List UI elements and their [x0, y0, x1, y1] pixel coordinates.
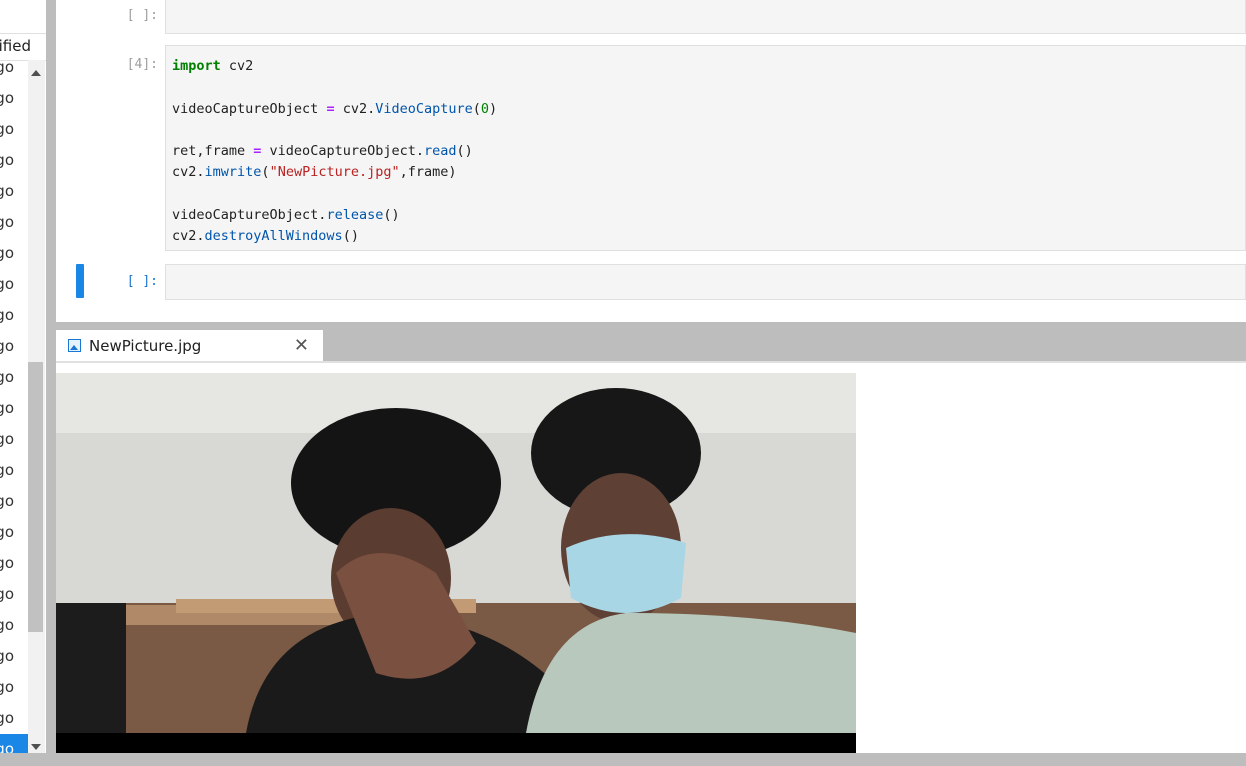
file-list-item-label: go [0, 244, 14, 262]
notebook-panel: [ ]: [4]: import cv2 videoCaptureObject … [56, 0, 1246, 322]
file-list-item[interactable]: go [0, 83, 28, 114]
file-list-item-label: go [0, 275, 14, 293]
file-list-item[interactable]: go [0, 424, 28, 455]
file-list-item[interactable]: go [0, 455, 28, 486]
file-list-item-label: go [0, 337, 14, 355]
cell-prompt: [4]: [126, 57, 158, 72]
file-list-item[interactable]: go [0, 207, 28, 238]
tab-newpicture[interactable]: NewPicture.jpg ✕ [56, 330, 323, 361]
scrollbar-thumb[interactable] [28, 362, 43, 632]
file-list-item-label: go [0, 678, 14, 696]
image-icon [68, 339, 81, 352]
file-list-item[interactable]: go [0, 145, 28, 176]
panel-splitter-horizontal[interactable] [56, 322, 1246, 330]
file-list-item-label: go [0, 647, 14, 665]
cell-prompt: [ ]: [126, 8, 158, 23]
file-list-item[interactable]: go [0, 672, 28, 703]
file-list-item[interactable]: go [0, 610, 28, 641]
active-cell-indicator [76, 264, 84, 298]
scroll-down-icon[interactable] [31, 744, 41, 750]
file-list-item-label: go [0, 58, 14, 76]
file-list-item-label: go [0, 399, 14, 417]
file-list-scrollbar[interactable] [28, 60, 45, 760]
viewer-tab-bar: NewPicture.jpg ✕ [56, 330, 1246, 361]
code-text[interactable]: import cv2 videoCaptureObject = cv2.Vide… [166, 46, 1245, 258]
file-list-item-label: go [0, 306, 14, 324]
file-list-item-label: go [0, 523, 14, 541]
file-list-item[interactable]: go [0, 331, 28, 362]
file-list-item[interactable]: go [0, 362, 28, 393]
cell-editor[interactable]: import cv2 videoCaptureObject = cv2.Vide… [165, 45, 1246, 251]
cell-editor[interactable] [165, 0, 1246, 34]
code-cell-active[interactable]: [ ]: [56, 264, 1246, 300]
file-list-item[interactable]: go [0, 486, 28, 517]
file-list-item[interactable]: go [0, 114, 28, 145]
file-list-item-label: go [0, 182, 14, 200]
file-list-item[interactable]: go [0, 52, 28, 83]
file-list-item-label: go [0, 585, 14, 603]
file-list-item[interactable]: go [0, 548, 28, 579]
file-list-item-label: go [0, 430, 14, 448]
cell-prompt: [ ]: [126, 274, 158, 289]
photo-image [56, 373, 856, 755]
close-icon[interactable]: ✕ [294, 335, 309, 356]
cell-editor[interactable] [165, 264, 1246, 300]
code-cell[interactable]: [ ]: [56, 0, 1246, 34]
file-list-item-label: go [0, 492, 14, 510]
file-list-item[interactable]: go [0, 269, 28, 300]
status-bar [0, 753, 1246, 766]
file-list-item-label: go [0, 213, 14, 231]
file-list-item[interactable]: go [0, 238, 28, 269]
file-list-item[interactable]: go [0, 393, 28, 424]
file-list-item[interactable]: go [0, 703, 28, 734]
photo-graphic [56, 373, 856, 755]
code-cell[interactable]: [4]: import cv2 videoCaptureObject = cv2… [56, 45, 1246, 251]
tab-title: NewPicture.jpg [89, 337, 202, 355]
file-list-item-label: go [0, 461, 14, 479]
file-list-item[interactable]: go [0, 300, 28, 331]
file-list-item[interactable]: go [0, 517, 28, 548]
file-list-item-label: go [0, 709, 14, 727]
scroll-up-icon[interactable] [31, 70, 41, 76]
file-list-item-label: go [0, 151, 14, 169]
file-list-item-label: go [0, 616, 14, 634]
file-list-item-label: go [0, 368, 14, 386]
image-viewer [56, 361, 1246, 755]
file-list-item-label: go [0, 554, 14, 572]
file-list-item-label: go [0, 89, 14, 107]
file-browser: ified go go go go go go go go go go go go go go go go go… [0, 0, 46, 766]
file-list-item-label: go [0, 120, 14, 138]
file-list-item[interactable]: go [0, 176, 28, 207]
panel-splitter-vertical[interactable] [46, 0, 56, 766]
file-list-item[interactable]: go [0, 641, 28, 672]
file-list-item[interactable]: go [0, 579, 28, 610]
